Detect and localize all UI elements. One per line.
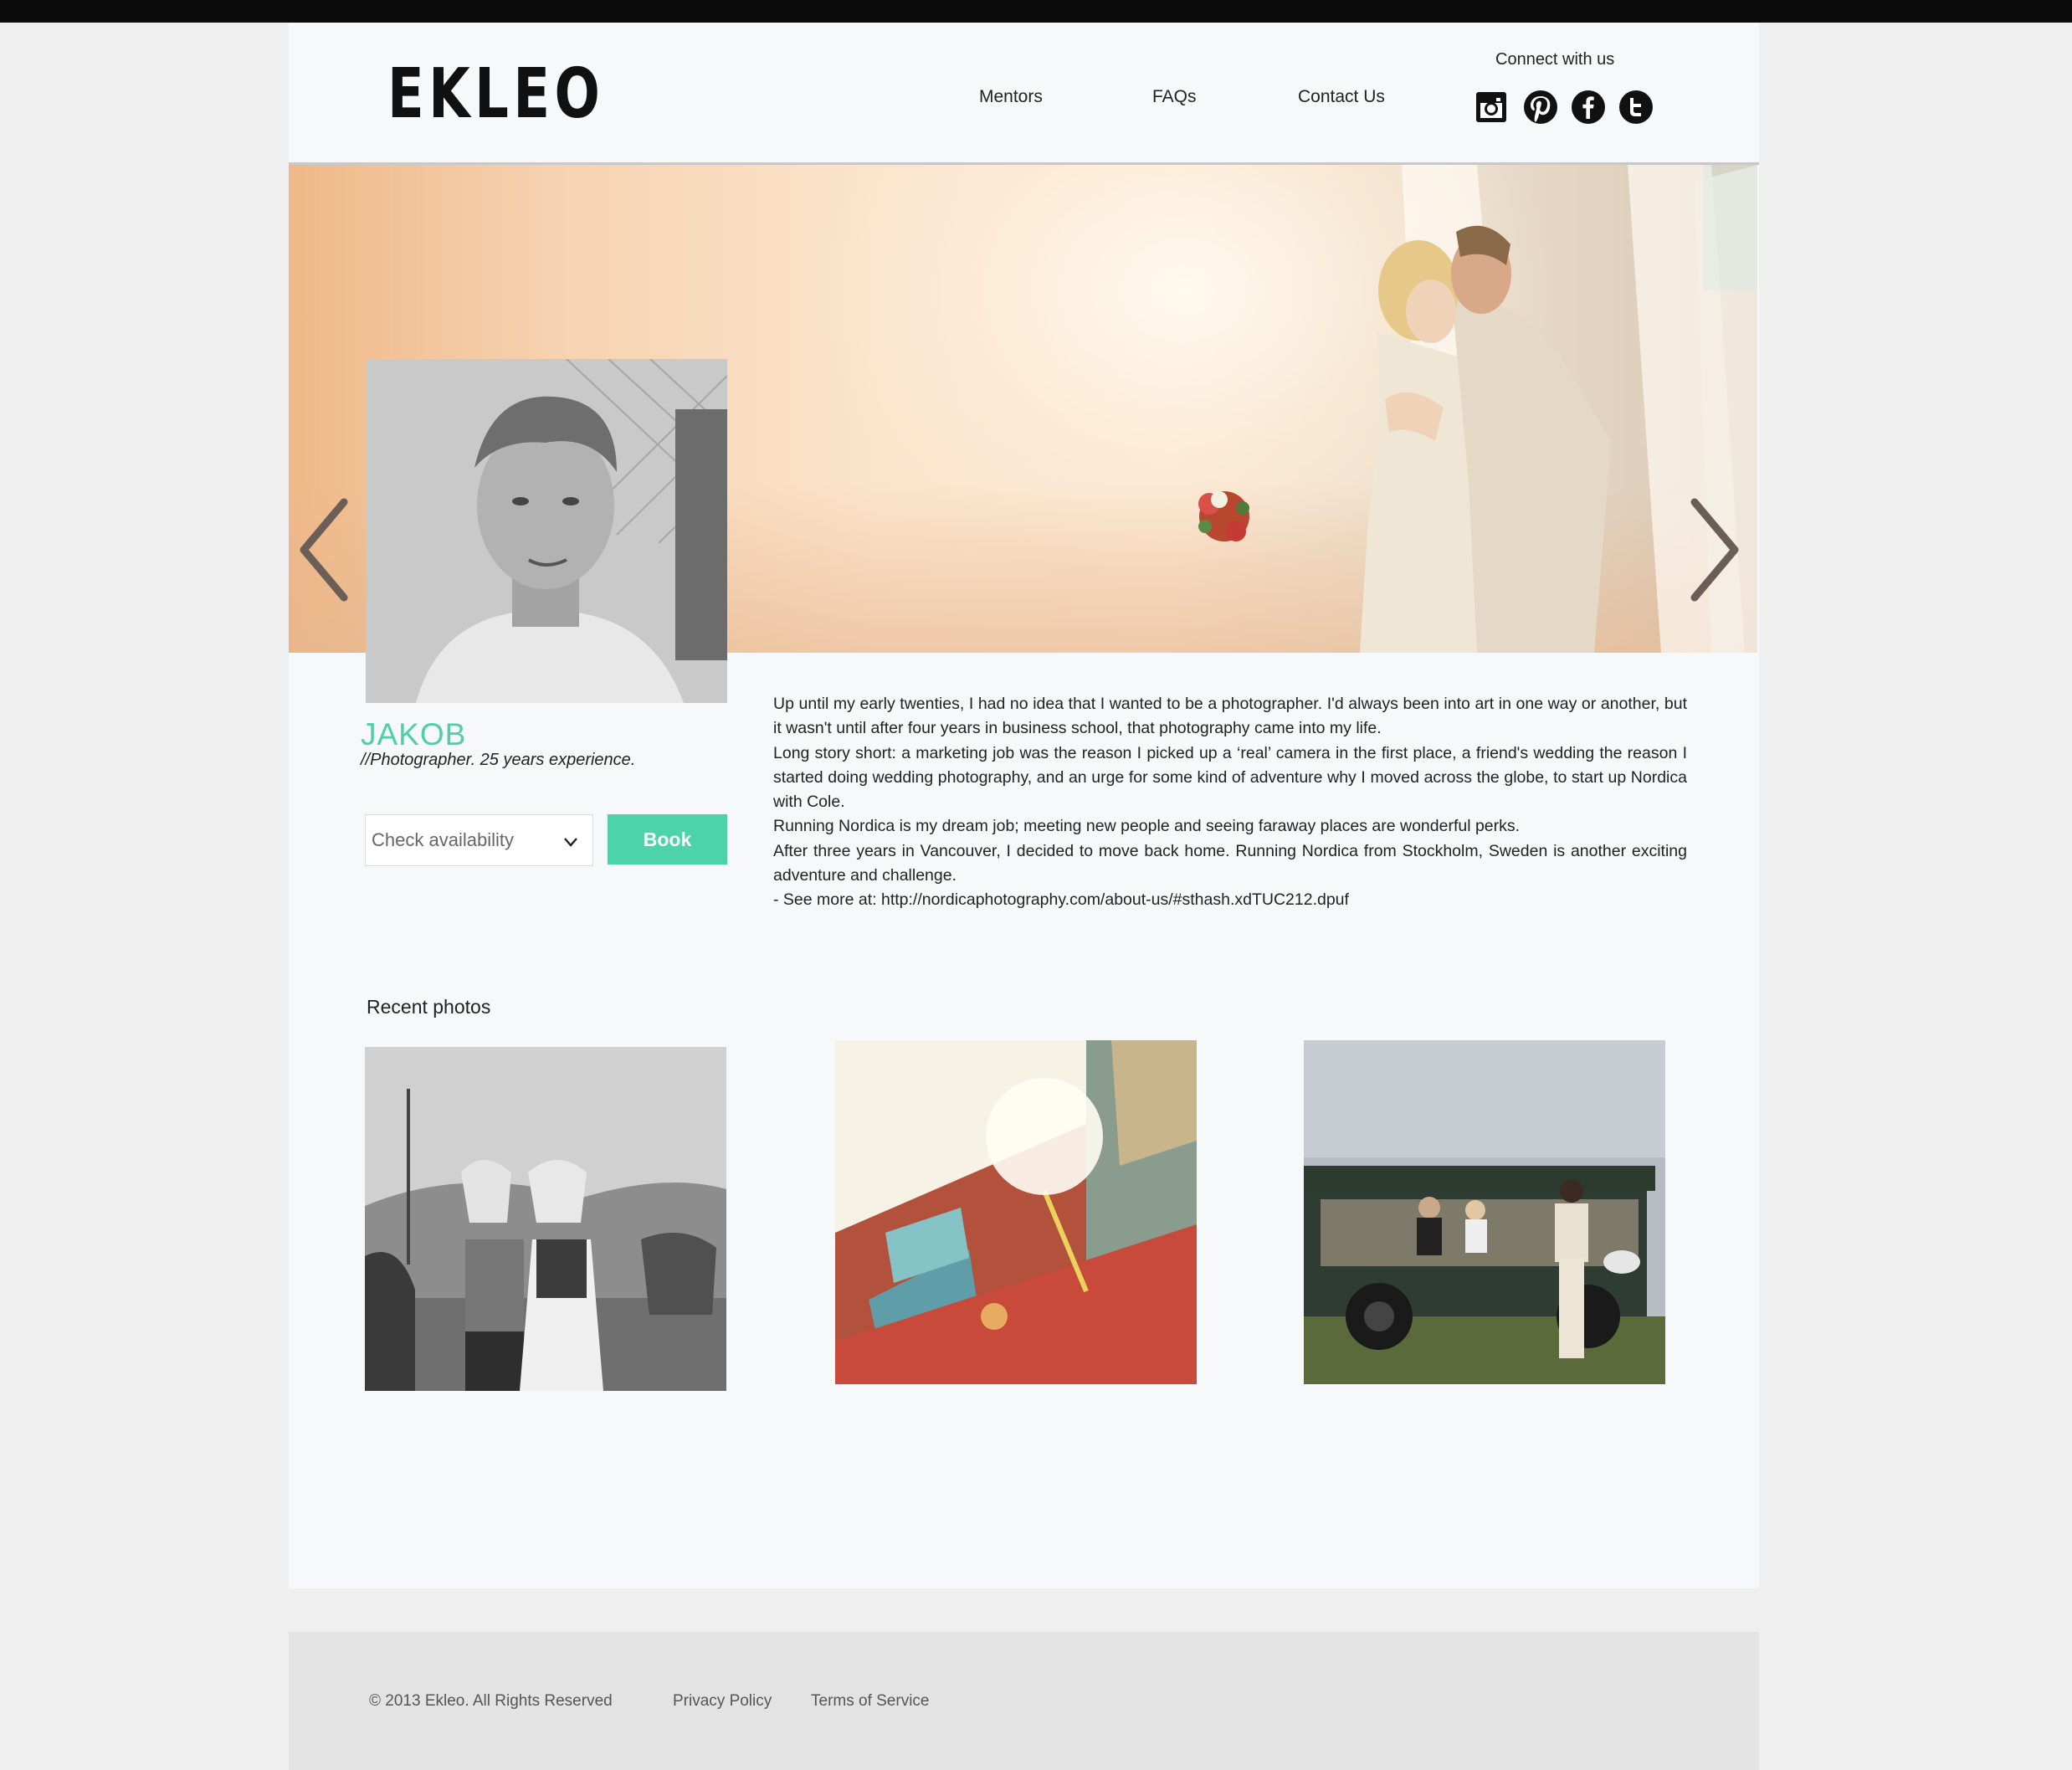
recent-photo-2[interactable] bbox=[835, 1040, 1197, 1384]
hero-prev-arrow[interactable] bbox=[294, 495, 352, 604]
top-bar bbox=[0, 0, 2072, 23]
chevron-left-icon bbox=[300, 498, 348, 602]
bio-paragraph: Up until my early twenties, I had no ide… bbox=[773, 695, 1687, 738]
book-button[interactable]: Book bbox=[608, 814, 727, 864]
recent-photo-1[interactable] bbox=[365, 1047, 726, 1391]
chevron-right-icon bbox=[1690, 498, 1739, 602]
chevron-down-icon bbox=[564, 838, 577, 847]
recent-photos-title: Recent photos bbox=[367, 996, 491, 1018]
bio-paragraph: Running Nordica is my dream job; meeting… bbox=[773, 817, 1521, 836]
site-header: EKLEO Mentors FAQs Contact Us Connect wi… bbox=[289, 23, 1759, 165]
nav-item-faqs[interactable]: FAQs bbox=[1152, 87, 1197, 107]
page-container: EKLEO Mentors FAQs Contact Us Connect wi… bbox=[289, 23, 1759, 1588]
twitter-icon[interactable] bbox=[1618, 89, 1654, 126]
footer-terms-link[interactable]: Terms of Service bbox=[811, 1692, 929, 1711]
facebook-icon[interactable] bbox=[1570, 89, 1607, 126]
site-footer: © 2013 Ekleo. All Rights Reserved Privac… bbox=[289, 1632, 1759, 1770]
profile-portrait bbox=[366, 359, 727, 703]
connect-label: Connect with us bbox=[1495, 50, 1615, 69]
profile-subtitle: //Photographer. 25 years experience. bbox=[361, 751, 636, 769]
nav-item-mentors[interactable]: Mentors bbox=[979, 87, 1043, 107]
hero-couple-image bbox=[1198, 165, 1757, 653]
footer-privacy-link[interactable]: Privacy Policy bbox=[673, 1692, 772, 1711]
profile-bio: Up until my early twenties, I had no ide… bbox=[773, 692, 1687, 913]
instagram-icon[interactable] bbox=[1473, 89, 1510, 126]
logo[interactable]: EKLEO bbox=[387, 54, 604, 134]
recent-photo-3[interactable] bbox=[1304, 1040, 1665, 1384]
availability-select[interactable]: Check availability bbox=[365, 814, 593, 866]
nav-item-contact-us[interactable]: Contact Us bbox=[1298, 87, 1385, 107]
bio-paragraph: After three years in Vancouver, I decide… bbox=[773, 841, 1687, 885]
footer-copyright: © 2013 Ekleo. All Rights Reserved bbox=[369, 1692, 613, 1710]
bio-paragraph: Long story short: a marketing job was th… bbox=[773, 743, 1687, 812]
hero-next-arrow[interactable] bbox=[1686, 495, 1745, 604]
pinterest-icon[interactable] bbox=[1522, 89, 1559, 126]
profile-name: JAKOB bbox=[361, 717, 467, 752]
bio-see-more-link[interactable]: - See more at: http://nordicaphotography… bbox=[773, 888, 1687, 912]
availability-select-value: Check availability bbox=[372, 829, 514, 850]
